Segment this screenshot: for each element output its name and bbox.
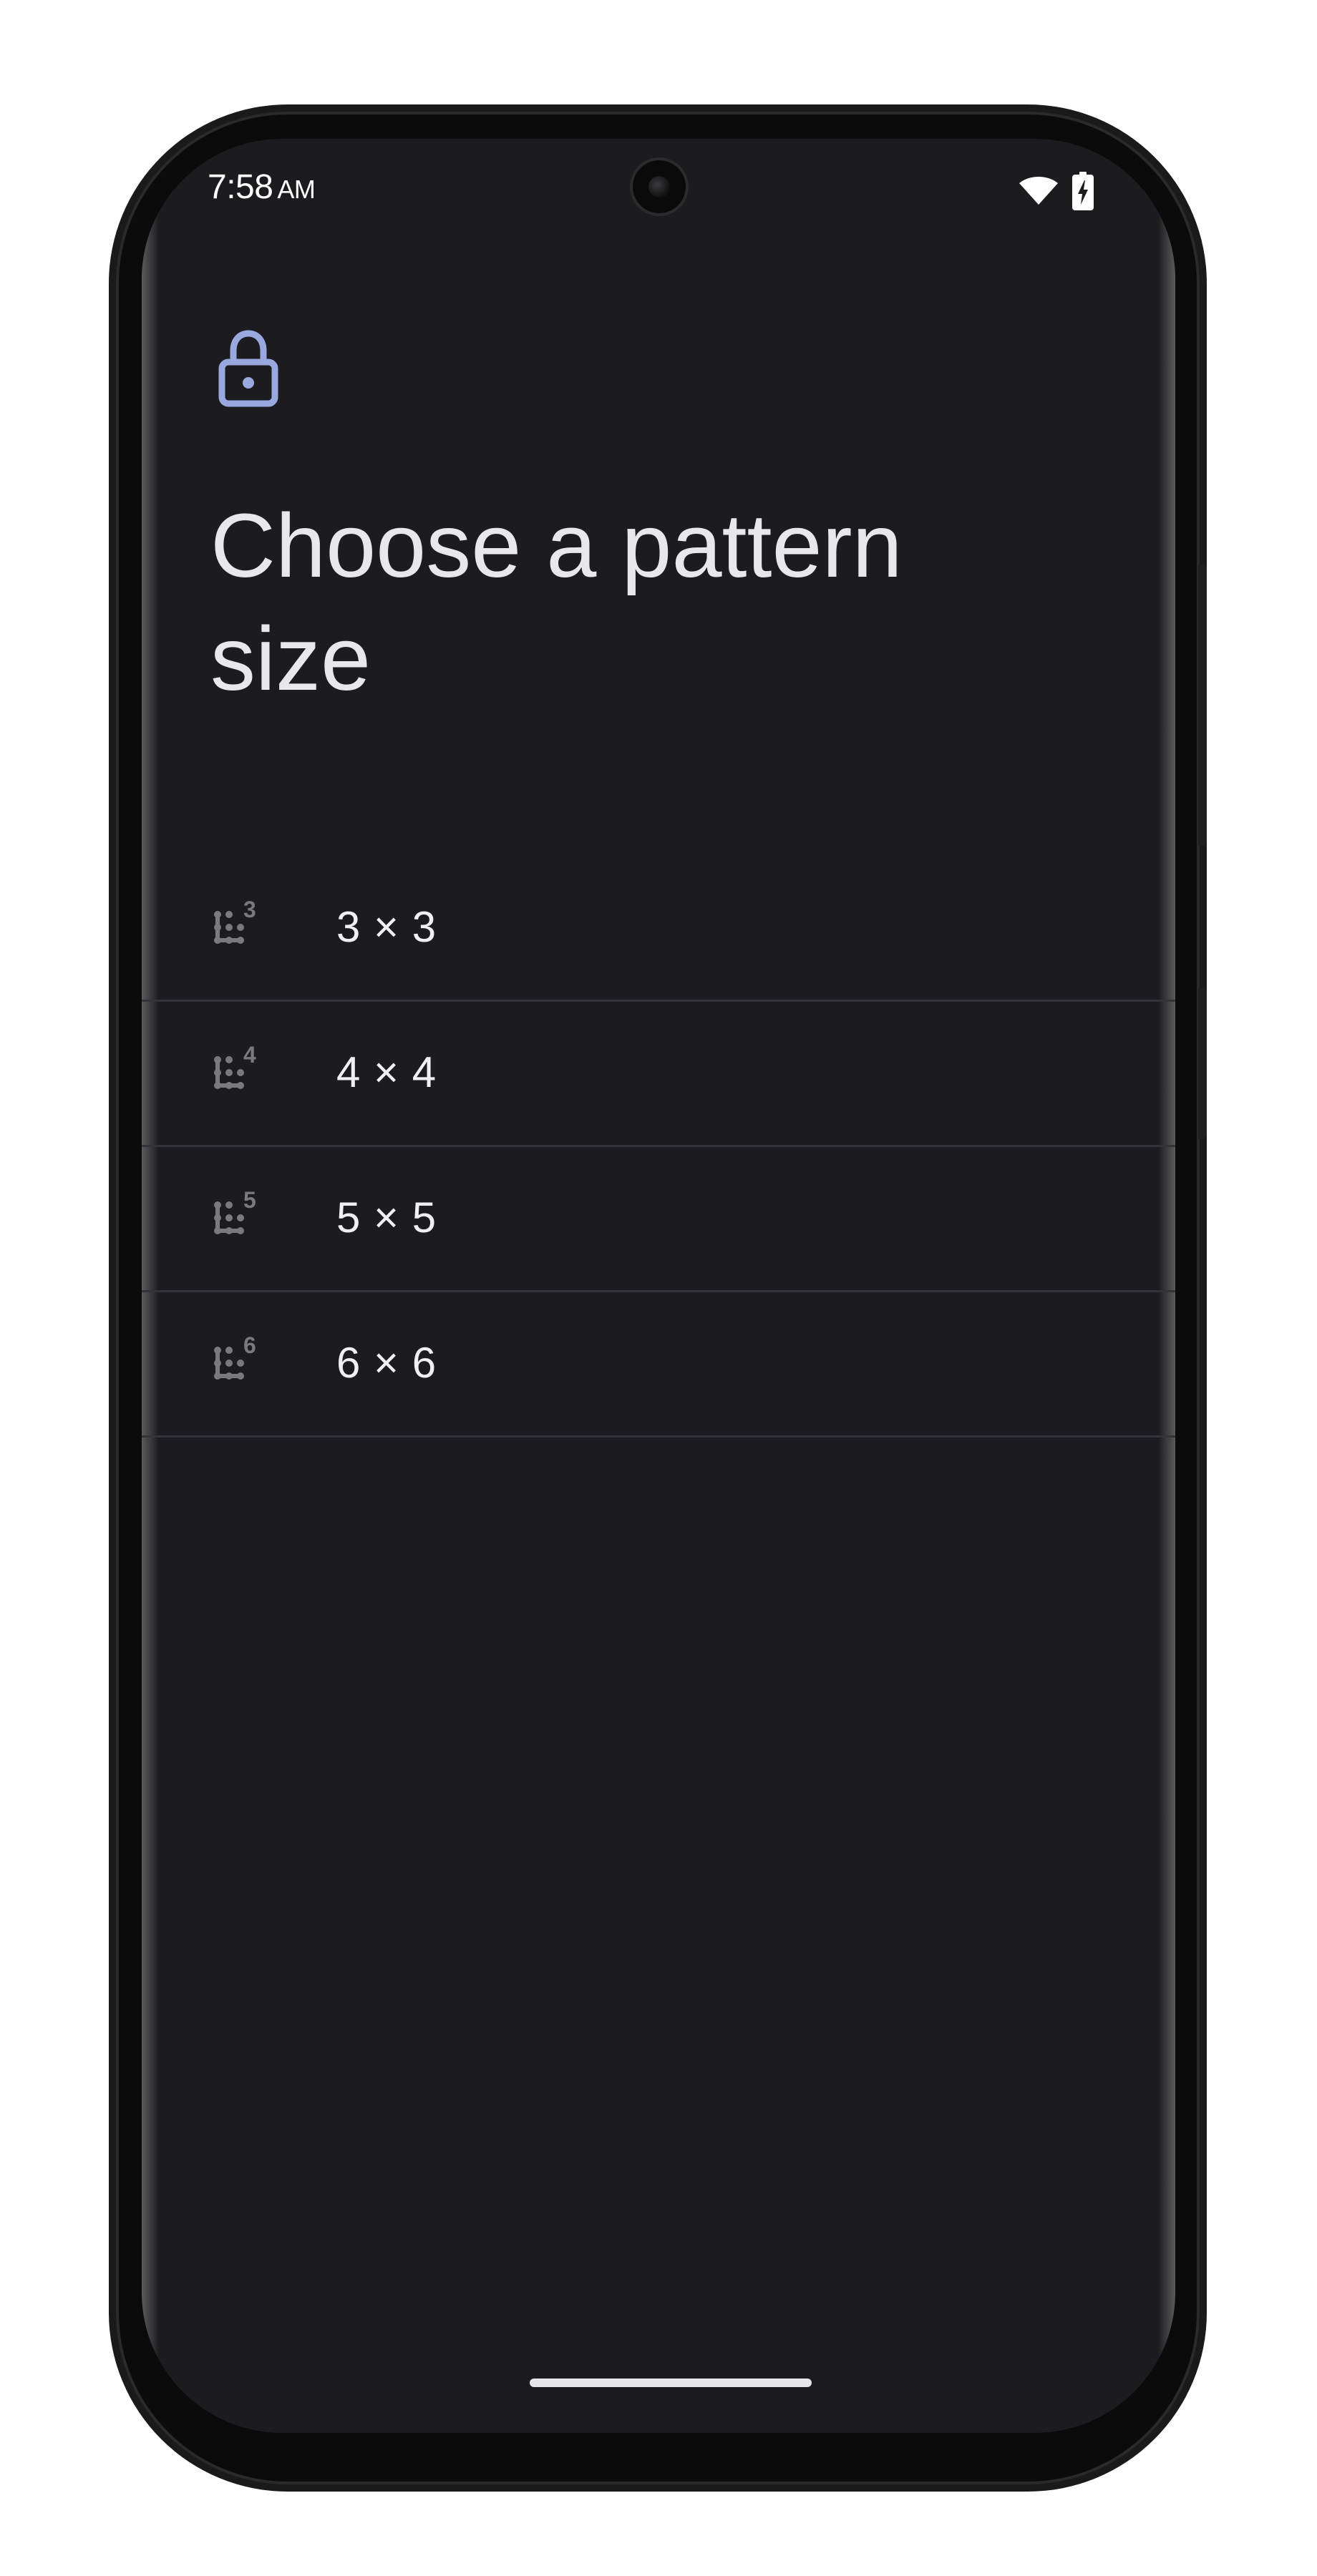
pattern-grid-3-badge: 3 <box>243 897 256 922</box>
pattern-grid-4-icon: 4 <box>214 1042 256 1089</box>
status-time-ampm: AM <box>277 175 316 204</box>
pattern-size-option-4x4[interactable]: 4 4 × 4 <box>142 1002 1175 1147</box>
pattern-size-option-6x6[interactable]: 6 6 × 6 <box>142 1292 1175 1438</box>
pattern-size-option-5x5[interactable]: 5 5 × 5 <box>142 1147 1175 1292</box>
pattern-size-option-3x3[interactable]: 3 3 × 3 <box>142 857 1175 1002</box>
power-button <box>1198 565 1207 846</box>
pattern-grid-6-icon: 6 <box>214 1332 256 1380</box>
pattern-grid-5-icon: 5 <box>214 1187 256 1234</box>
front-camera <box>633 160 686 213</box>
pattern-grid-3-icon: 3 <box>214 897 256 944</box>
status-bar: 7:58 AM <box>142 139 1175 239</box>
pattern-size-label: 6 × 6 <box>336 1339 437 1387</box>
volume-button <box>1198 989 1207 1139</box>
lock-icon <box>218 330 278 407</box>
status-time-value: 7:58 <box>208 168 273 206</box>
pattern-grid-6-badge: 6 <box>243 1332 256 1358</box>
screen: 7:58 AM Choose a pattern size 3 3 × 3 4 … <box>142 139 1175 2433</box>
page-title: Choose a pattern size <box>210 495 903 709</box>
wifi-icon <box>1019 177 1058 205</box>
pattern-grid-5-badge: 5 <box>243 1187 256 1213</box>
pattern-grid-4-badge: 4 <box>243 1042 256 1068</box>
pattern-size-list: 3 3 × 3 4 4 × 4 5 5 × 5 6 6 × 6 <box>142 857 1175 1438</box>
pattern-size-label: 4 × 4 <box>336 1048 437 1096</box>
pattern-size-label: 3 × 3 <box>336 903 437 951</box>
battery-charging-icon <box>1072 172 1094 210</box>
home-indicator[interactable] <box>530 2379 812 2387</box>
pattern-size-label: 5 × 5 <box>336 1194 437 1241</box>
status-time: 7:58 AM <box>208 167 316 207</box>
